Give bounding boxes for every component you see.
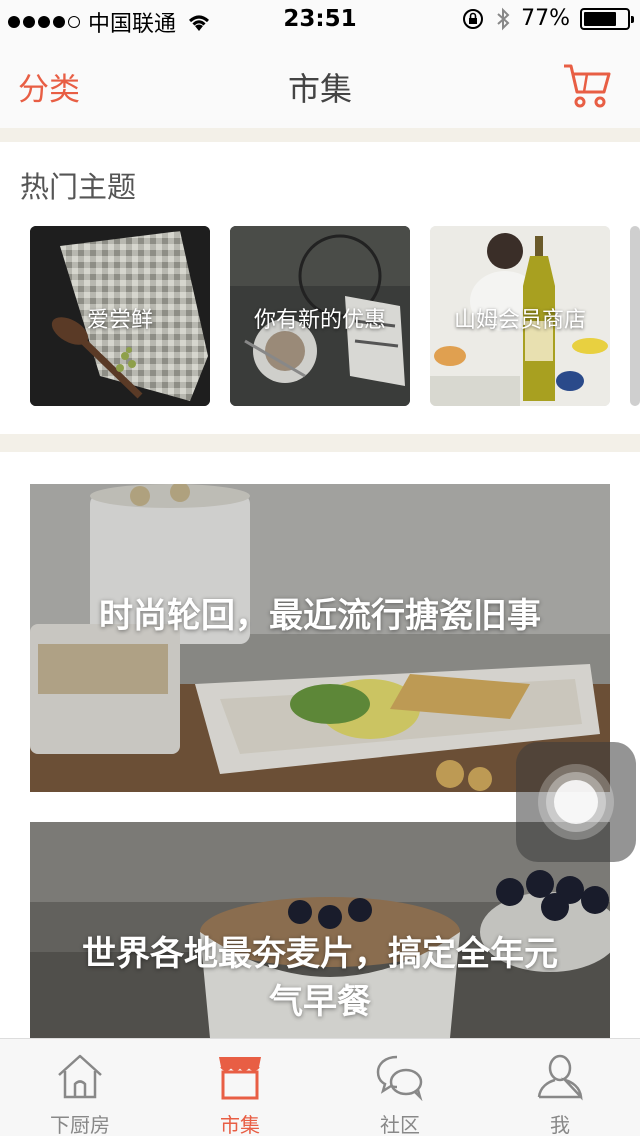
topic-card-sams-club[interactable]: 山姆会员商店 [430,226,610,406]
bluetooth-icon [497,7,510,30]
tab-label: 下厨房 [50,1113,110,1137]
battery-percent: 77% [521,6,570,31]
hot-topics-carousel[interactable]: 爱尝鲜 你有新的优惠 山姆会员商店 [30,226,640,406]
section-divider [0,128,640,142]
tab-label: 我 [550,1113,570,1137]
feature-card-enamel[interactable]: 时尚轮回，最近流行搪瓷旧事 [30,484,610,792]
section-divider [0,434,640,452]
rotation-lock-icon [463,8,484,29]
topic-card-coupon[interactable]: 你有新的优惠 [230,226,410,406]
tab-community[interactable]: 社区 [320,1039,480,1137]
hot-topics-heading: 热门主题 [20,170,137,204]
tab-label: 社区 [380,1113,420,1137]
topic-label: 山姆会员商店 [453,308,586,333]
cart-icon[interactable] [562,60,612,110]
tab-label: 市集 [220,1113,260,1137]
tab-kitchen[interactable]: 下厨房 [0,1039,160,1137]
feature-title: 世界各地最夯麦片，搞定全年元气早餐 [82,934,558,1022]
status-bar: 中国联通 23:51 77% [0,0,640,40]
nav-bar: 分类 市集 [0,40,640,128]
topic-label: 你有新的优惠 [253,308,386,333]
tab-me[interactable]: 我 [480,1039,640,1137]
page-title: 市集 [287,70,352,108]
house-icon [58,1054,102,1099]
tab-bar: 下厨房 市集 社区 我 [0,1038,640,1137]
person-icon [537,1054,583,1101]
topic-card-aichangxian[interactable]: 爱尝鲜 [30,226,210,406]
assistive-touch-button[interactable] [516,742,636,862]
shop-icon [219,1057,261,1100]
tab-market[interactable]: 市集 [160,1039,320,1137]
chat-bubbles-icon [376,1055,423,1101]
battery-icon [580,7,634,30]
feature-title: 时尚轮回，最近流行搪瓷旧事 [99,596,541,636]
status-right: 77% [461,6,634,31]
topic-card-partial[interactable] [630,226,640,406]
topic-label: 爱尝鲜 [86,308,153,333]
